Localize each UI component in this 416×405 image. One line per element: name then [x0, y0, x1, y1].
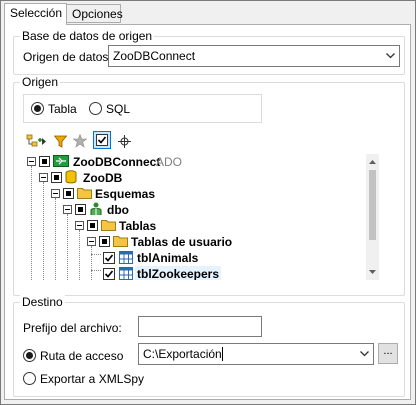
sql-radio[interactable]: [89, 102, 102, 115]
folder-icon: [101, 219, 116, 235]
tree-node-label: Esquemas: [95, 187, 156, 201]
source-label: Origen de datos:: [23, 50, 112, 64]
tree-node-label: ZooDB: [83, 171, 123, 185]
origin-legend: Origen: [20, 75, 61, 89]
tree-node-database[interactable]: ZooDB: [23, 170, 363, 186]
tab-panel: Base de datos de origen Origen de datos:…: [4, 24, 411, 400]
tree-checkbox[interactable]: [39, 156, 50, 167]
check-icon[interactable]: [93, 131, 111, 149]
sql-radio-label[interactable]: SQL: [106, 102, 130, 116]
collapse-toggle-icon[interactable]: [51, 189, 60, 198]
collapse-toggle-icon[interactable]: [75, 221, 84, 230]
tree-checkbox[interactable]: [51, 172, 62, 183]
tree-node-table-animals[interactable]: tblAnimals: [23, 250, 363, 266]
chevron-down-icon[interactable]: [356, 344, 373, 364]
tree-node-connection[interactable]: ZooDBConnect ADO: [23, 154, 363, 170]
tree-node-schemas[interactable]: Esquemas: [23, 186, 363, 202]
source-db-legend: Base de datos de origen: [20, 29, 155, 43]
tree-scrollbar[interactable]: [366, 154, 379, 280]
path-combobox[interactable]: C:\Exportación: [138, 343, 374, 365]
collapse-toggle-icon[interactable]: [63, 205, 72, 214]
tree-node-suffix: ADO: [156, 155, 183, 169]
object-tree[interactable]: ZooDBConnect ADO ZooDB Esquemas dbo Tabl…: [23, 154, 379, 280]
path-radio[interactable]: [23, 349, 36, 362]
table-radio[interactable]: [31, 102, 44, 115]
xmlspy-radio-label[interactable]: Exportar a XMLSpy: [40, 372, 144, 386]
star-icon[interactable]: [71, 132, 89, 150]
dropdown-arrow-icon[interactable]: [40, 132, 48, 150]
browse-button[interactable]: ...: [378, 343, 398, 364]
tree-node-label: tblAnimals: [137, 251, 199, 265]
path-value: C:\Exportación: [143, 347, 222, 361]
tree-node-label: tblZookeepers: [135, 266, 222, 280]
data-source-value: ZooDBConnect: [113, 49, 196, 63]
chevron-down-icon[interactable]: [382, 46, 399, 66]
tree-toolbar: [23, 130, 377, 153]
filter-icon[interactable]: [51, 132, 69, 150]
path-radio-label[interactable]: Ruta de acceso: [40, 349, 123, 363]
collapse-toggle-icon[interactable]: [87, 237, 96, 246]
table-icon: [119, 267, 133, 280]
destination-legend: Destino: [20, 295, 65, 309]
collapse-toggle-icon[interactable]: [39, 173, 48, 182]
tree-node-label: ZooDBConnect: [73, 155, 161, 169]
tab-seleccion[interactable]: Selección: [4, 3, 67, 25]
tree-checkbox[interactable]: [63, 188, 74, 199]
prefix-label: Prefijo del archivo:: [23, 321, 122, 335]
prefix-input[interactable]: [138, 316, 262, 337]
collapse-toggle-icon[interactable]: [27, 157, 36, 166]
tree-node-label: dbo: [107, 203, 129, 217]
tree-node-table-zookeepers[interactable]: tblZookeepers: [23, 266, 363, 280]
tree-checkbox[interactable]: [103, 252, 115, 264]
folder-icon: [113, 235, 128, 251]
tree-node-label: Tablas: [119, 219, 157, 233]
locate-icon[interactable]: [115, 132, 133, 150]
xmlspy-radio[interactable]: [23, 372, 36, 385]
tree-node-user-tables[interactable]: Tablas de usuario: [23, 234, 363, 250]
tree-checkbox[interactable]: [99, 236, 110, 247]
folder-icon: [77, 187, 92, 203]
tree-checkbox[interactable]: [87, 220, 98, 231]
tree-node-schema-dbo[interactable]: dbo: [23, 202, 363, 218]
tree-node-tables[interactable]: Tablas: [23, 218, 363, 234]
tree-checkbox[interactable]: [75, 204, 86, 215]
data-source-select[interactable]: ZooDBConnect: [108, 45, 400, 67]
text-cursor: [222, 347, 223, 361]
tree-checkbox[interactable]: [103, 268, 115, 280]
dialog-window: Selección Opciones Base de datos de orig…: [0, 0, 416, 405]
table-radio-label[interactable]: Tabla: [48, 102, 77, 116]
tab-opciones[interactable]: Opciones: [67, 4, 123, 23]
tree-node-label: Tablas de usuario: [131, 235, 233, 249]
